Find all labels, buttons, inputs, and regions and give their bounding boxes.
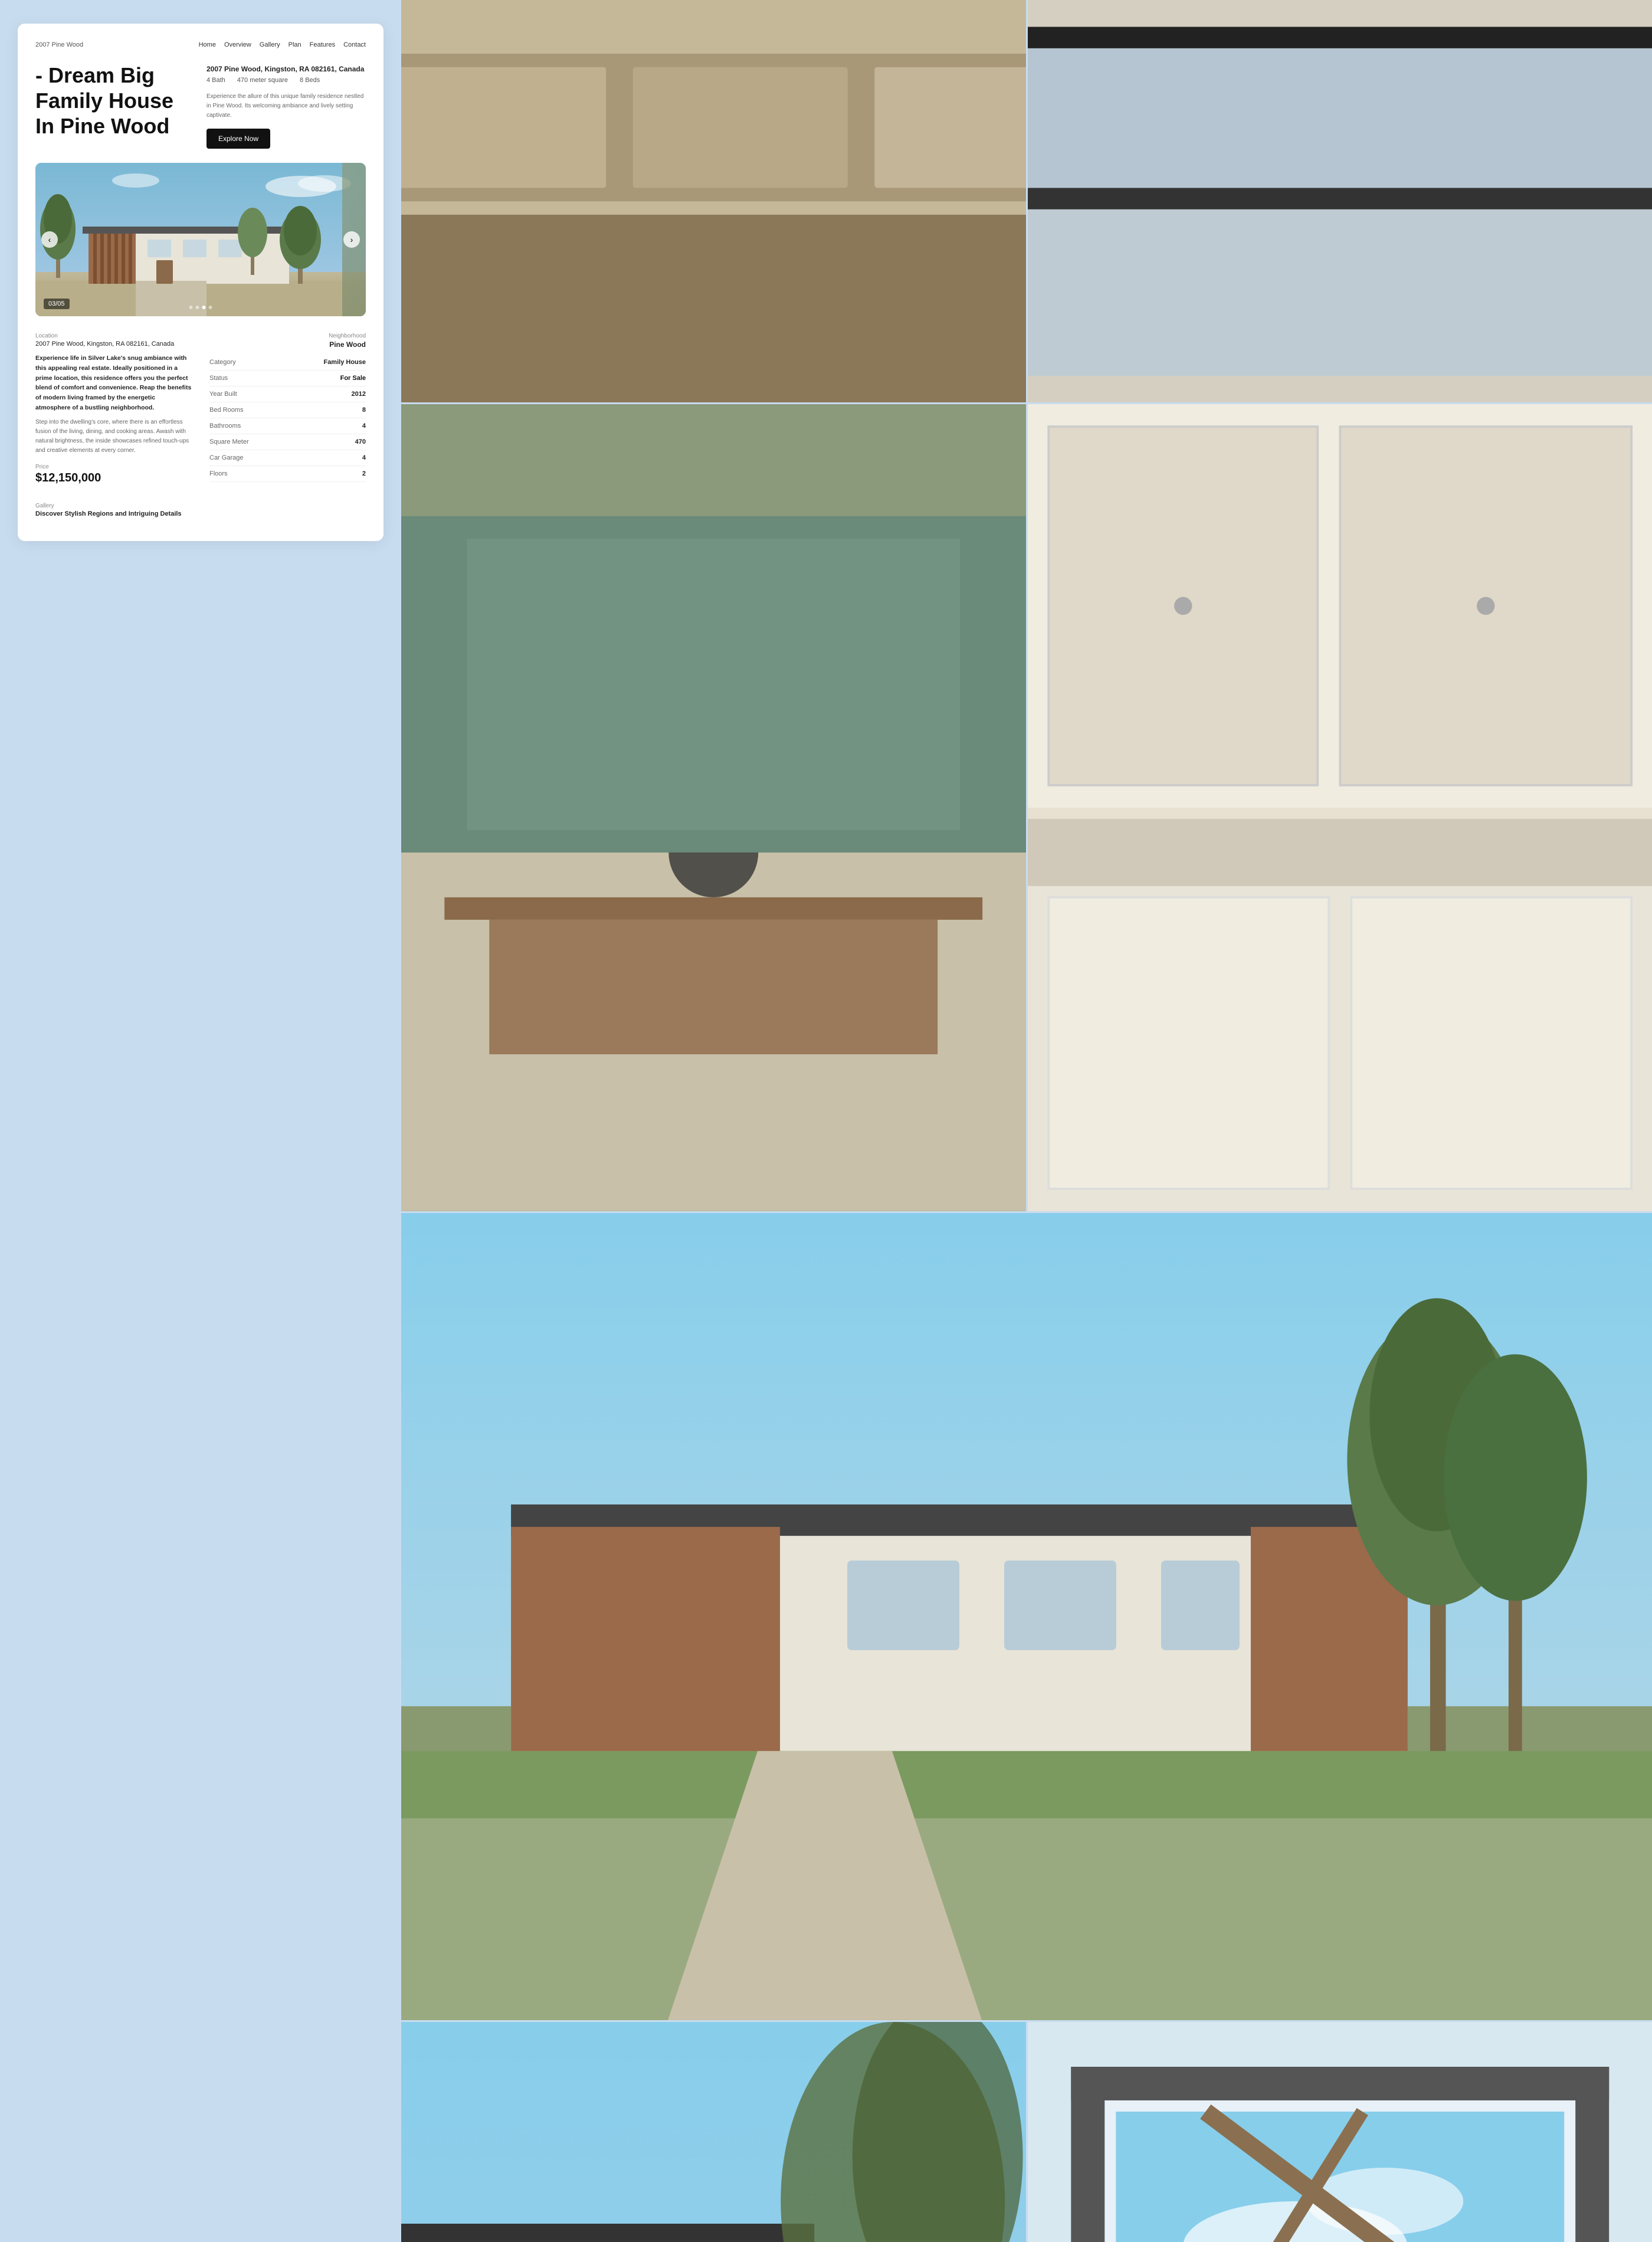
details-section: Location 2007 Pine Wood, Kingston, RA 08…	[35, 333, 366, 491]
specs-table: CategoryFamily HouseStatusFor SaleYear B…	[209, 355, 366, 482]
spec-label: Bed Rooms	[209, 402, 285, 418]
spec-value: 4	[285, 450, 366, 466]
spec-label: Square Meter	[209, 434, 285, 450]
carousel-counter: 03/05	[44, 299, 70, 309]
hero-right: 2007 Pine Wood, Kingston, RA 082161, Can…	[206, 63, 366, 149]
gallery-item-6	[401, 2022, 1026, 2242]
spec-value: 2	[285, 466, 366, 482]
carousel-main-image	[35, 163, 366, 316]
nav-features[interactable]: Features	[310, 41, 335, 48]
spec-value: 4	[285, 418, 366, 434]
spec-label: Floors	[209, 466, 285, 482]
price-value: $12,150,000	[35, 471, 192, 485]
spec-row: StatusFor Sale	[209, 371, 366, 386]
hero-left: - Dream Big Family House In Pine Wood	[35, 63, 195, 149]
nav-links: Home Overview Gallery Plan Features Cont…	[199, 41, 366, 48]
gallery-item-3	[401, 404, 1026, 1211]
details-left: Location 2007 Pine Wood, Kingston, RA 08…	[35, 333, 192, 491]
description-main: Experience life in Silver Lake's snug am…	[35, 353, 192, 413]
left-panel: 2007 Pine Wood Home Overview Gallery Pla…	[0, 0, 401, 2242]
gallery-grid	[401, 0, 1652, 2242]
property-card: 2007 Pine Wood Home Overview Gallery Pla…	[18, 24, 384, 541]
spec-row: Floors2	[209, 466, 366, 482]
spec-value: For Sale	[285, 371, 366, 386]
carousel-next-button[interactable]: ›	[343, 231, 360, 248]
spec-label: Year Built	[209, 386, 285, 402]
carousel-dot-3[interactable]	[202, 306, 206, 309]
navigation: 2007 Pine Wood Home Overview Gallery Pla…	[35, 41, 366, 48]
description-secondary: Step into the dwelling's core, where the…	[35, 418, 192, 455]
nav-plan[interactable]: Plan	[289, 41, 301, 48]
hero-section: - Dream Big Family House In Pine Wood 20…	[35, 63, 366, 149]
spec-value: 8	[285, 402, 366, 418]
carousel-dot-1[interactable]	[189, 306, 193, 309]
spec-label: Status	[209, 371, 285, 386]
spec-value: Family House	[285, 355, 366, 371]
image-carousel: ‹ › 03/05	[35, 163, 366, 316]
area-stat: 470 meter square	[237, 77, 288, 84]
spec-row: Car Garage4	[209, 450, 366, 466]
nav-overview[interactable]: Overview	[224, 41, 251, 48]
carousel-dot-4[interactable]	[209, 306, 212, 309]
gallery-item-1	[401, 0, 1026, 402]
carousel-dots	[189, 306, 212, 309]
carousel-dot-2[interactable]	[196, 306, 199, 309]
spec-value: 2012	[285, 386, 366, 402]
price-label: Price	[35, 464, 192, 470]
location-group: Location 2007 Pine Wood, Kingston, RA 08…	[35, 333, 192, 348]
price-group: Price $12,150,000	[35, 464, 192, 485]
property-address: 2007 Pine Wood, Kingston, RA 082161, Can…	[206, 65, 366, 73]
carousel-prev-button[interactable]: ‹	[41, 231, 58, 248]
hero-description: Experience the allure of this unique fam…	[206, 92, 366, 120]
neighborhood-label: Neighborhood	[209, 333, 366, 339]
property-stats: 4 Bath 470 meter square 8 Beds	[206, 77, 366, 84]
spec-value: 470	[285, 434, 366, 450]
bath-stat: 4 Bath	[206, 77, 225, 84]
gallery-item-7	[1028, 2022, 1652, 2242]
nav-logo: 2007 Pine Wood	[35, 41, 83, 48]
nav-contact[interactable]: Contact	[343, 41, 366, 48]
location-value: 2007 Pine Wood, Kingston, RA 082161, Can…	[35, 340, 192, 348]
location-label: Location	[35, 333, 192, 339]
spec-label: Car Garage	[209, 450, 285, 466]
spec-row: Year Built2012	[209, 386, 366, 402]
gallery-section: Gallery Discover Stylish Regions and Int…	[35, 503, 366, 517]
spec-row: Bathrooms4	[209, 418, 366, 434]
neighborhood-group: Neighborhood Pine Wood	[209, 333, 366, 349]
gallery-item-2	[1028, 0, 1652, 402]
spec-label: Category	[209, 355, 285, 371]
neighborhood-value: Pine Wood	[209, 340, 366, 349]
gallery-label: Gallery	[35, 503, 366, 509]
spec-row: Bed Rooms8	[209, 402, 366, 418]
nav-gallery[interactable]: Gallery	[260, 41, 280, 48]
beds-stat: 8 Beds	[300, 77, 320, 84]
gallery-item-4	[1028, 404, 1652, 1211]
gallery-item-5	[401, 1213, 1652, 2020]
page-title: - Dream Big Family House In Pine Wood	[35, 63, 195, 139]
spec-row: CategoryFamily House	[209, 355, 366, 371]
nav-home[interactable]: Home	[199, 41, 216, 48]
details-right: Neighborhood Pine Wood CategoryFamily Ho…	[209, 333, 366, 491]
spec-row: Square Meter470	[209, 434, 366, 450]
explore-now-button[interactable]: Explore Now	[206, 129, 270, 149]
gallery-subtitle: Discover Stylish Regions and Intriguing …	[35, 510, 366, 517]
house-svg	[35, 163, 366, 316]
spec-label: Bathrooms	[209, 418, 285, 434]
